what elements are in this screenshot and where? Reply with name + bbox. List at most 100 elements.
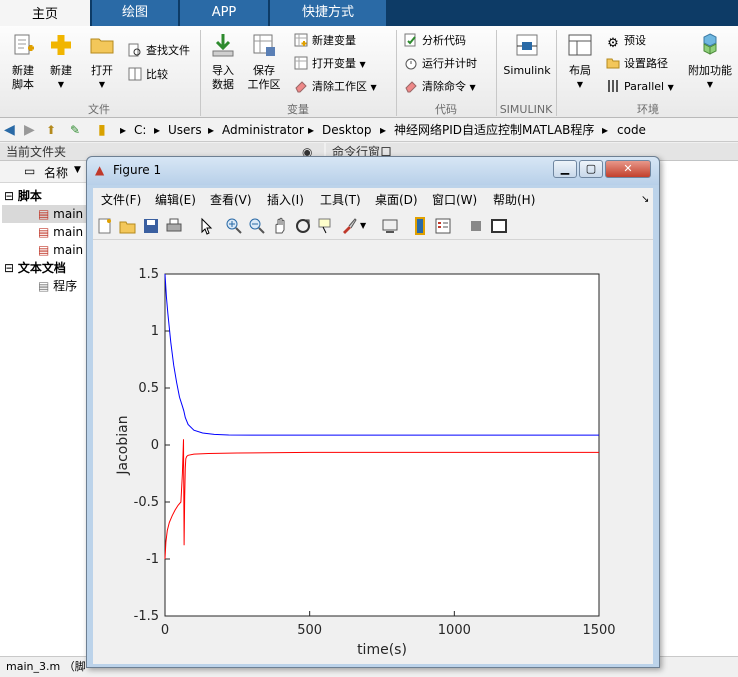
text-file-icon: ▤: [38, 279, 50, 293]
chevron-down-icon: ▼: [359, 60, 366, 69]
forward-arrow-icon[interactable]: ▶: [24, 122, 35, 138]
addons-button[interactable]: 附加功能 ▼: [686, 32, 734, 92]
y-tick-label: 1.5: [138, 267, 159, 282]
rotate-icon[interactable]: [294, 217, 312, 235]
y-tick-label: -1.5: [134, 609, 159, 624]
tree-section-text-docs[interactable]: ⊟ 文本文档: [4, 259, 66, 277]
legend-icon[interactable]: [434, 217, 452, 235]
simulink-icon: [516, 34, 538, 56]
dock-arrow-icon[interactable]: ↘: [641, 192, 649, 208]
new-variable-button[interactable]: 新建变量: [294, 32, 356, 50]
breadcrumb-users[interactable]: Users: [168, 122, 202, 138]
breadcrumb-administrator[interactable]: Administrator: [222, 122, 304, 138]
name-column-header[interactable]: 名称: [44, 164, 68, 181]
group-label-environment: 环境: [637, 103, 659, 116]
brush-icon[interactable]: [340, 217, 358, 235]
list-item[interactable]: ▤ main: [2, 205, 86, 223]
close-button[interactable]: ✕: [605, 160, 651, 178]
simulink-button[interactable]: Simulink: [502, 32, 552, 78]
figure-window: ▲ Figure 1 ▁ ▢ ✕ 文件(F) 编辑(E) 查看(V) 插入(I)…: [86, 156, 660, 668]
breadcrumb-project[interactable]: 神经网络PID自适应控制MATLAB程序: [394, 122, 594, 138]
breadcrumb-desktop[interactable]: Desktop: [322, 122, 372, 138]
eraser-icon: [405, 81, 417, 93]
breadcrumb-c[interactable]: C:: [134, 122, 146, 138]
tab-plots[interactable]: 绘图: [92, 0, 178, 26]
colorbar-icon[interactable]: [411, 217, 429, 235]
menu-window[interactable]: 窗口(W): [432, 192, 477, 208]
data-cursor-icon[interactable]: [317, 217, 335, 235]
tab-apps[interactable]: APP: [180, 0, 268, 26]
save-workspace-button[interactable]: 保存 工作区: [246, 32, 282, 92]
open-file-icon[interactable]: [119, 217, 137, 235]
new-script-button[interactable]: 新建 脚本: [6, 32, 40, 92]
close-icon: ✕: [623, 162, 633, 175]
find-files-button[interactable]: 查找文件: [128, 42, 190, 60]
zoom-out-icon[interactable]: [248, 217, 266, 235]
back-arrow-icon[interactable]: ◀: [4, 122, 15, 138]
analyze-code-button[interactable]: 分析代码: [404, 32, 466, 50]
script-file-icon: ▤: [38, 243, 50, 257]
parallel-button[interactable]: Parallel ▼: [606, 78, 674, 96]
ribbon-divider: [200, 30, 201, 116]
maximize-button[interactable]: ▢: [579, 160, 603, 178]
hide-plot-tools-icon[interactable]: [467, 217, 485, 235]
pointer-icon[interactable]: [197, 217, 215, 235]
tab-shortcuts[interactable]: 快捷方式: [270, 0, 386, 26]
list-item[interactable]: ▤ main: [38, 223, 83, 241]
figure-canvas: 0 500 1000 1500 -1.5 -1 -0.5 0 0.5 1 1.5 time(s) J…: [93, 240, 653, 664]
compare-icon: [128, 67, 142, 81]
new-figure-icon[interactable]: [96, 217, 114, 235]
run-and-time-button[interactable]: 运行并计时: [404, 55, 477, 73]
menu-insert[interactable]: 插入(I): [267, 192, 304, 208]
open-button[interactable]: 打开 ▼: [86, 32, 118, 92]
show-plot-tools-icon[interactable]: [490, 217, 508, 235]
link-icon[interactable]: [381, 217, 399, 235]
preferences-button[interactable]: ⚙ 预设: [606, 32, 646, 51]
axes-box[interactable]: [164, 273, 600, 617]
collapse-icon[interactable]: ⊟: [4, 189, 14, 203]
menu-help[interactable]: 帮助(H): [493, 192, 535, 208]
browse-folder-icon[interactable]: ✎: [70, 122, 80, 138]
breadcrumb-code[interactable]: code: [617, 122, 646, 138]
layout-button[interactable]: 布局 ▼: [564, 32, 596, 92]
y-axis-label: Jacobian: [115, 415, 131, 475]
print-icon[interactable]: [165, 217, 183, 235]
compare-button[interactable]: 比较: [128, 66, 168, 84]
menu-tools[interactable]: 工具(T): [320, 192, 361, 208]
script-file-icon: ▤: [38, 225, 50, 239]
status-text: main_3.m （脚: [6, 660, 86, 673]
up-folder-icon[interactable]: ⬆: [46, 122, 56, 138]
clear-workspace-button[interactable]: 清除工作区 ▼: [294, 78, 377, 96]
tree-section-scripts[interactable]: ⊟ 脚本: [4, 187, 42, 205]
open-variable-button[interactable]: 打开变量 ▼: [294, 55, 366, 73]
chevron-down-icon[interactable]: ▼: [360, 217, 378, 235]
list-item[interactable]: ▤ main: [38, 241, 83, 259]
breadcrumb-separator-icon: ▸: [602, 123, 609, 137]
menu-file[interactable]: 文件(F): [101, 192, 141, 208]
collapse-icon[interactable]: ⊟: [4, 261, 14, 275]
save-icon[interactable]: [142, 217, 160, 235]
zoom-in-icon[interactable]: [225, 217, 243, 235]
chevron-down-icon: ▼: [706, 80, 714, 89]
ribbon: 新建 脚本 新建 ▼ 打开 ▼ 查找文件 比较 文件 导入 数据 保存 工作区 新建…: [0, 26, 738, 118]
breadcrumb-separator-icon: ▸: [120, 123, 127, 137]
menu-desktop[interactable]: 桌面(D): [375, 192, 418, 208]
open-variable-icon: [294, 56, 308, 70]
tab-home[interactable]: 主页: [0, 0, 90, 26]
timer-icon: [405, 58, 417, 70]
import-icon: [212, 34, 234, 57]
list-item[interactable]: ▤ 程序: [38, 277, 77, 295]
folder-icon: ▮: [98, 122, 106, 138]
menu-edit[interactable]: 编辑(E): [155, 192, 196, 208]
clear-commands-button[interactable]: 清除命令 ▼: [404, 78, 476, 96]
chevron-down-icon: ▼: [576, 80, 584, 89]
new-button[interactable]: 新建 ▼: [46, 32, 76, 92]
import-data-button[interactable]: 导入 数据: [208, 32, 238, 92]
figure-titlebar[interactable]: ▲ Figure 1 ▁ ▢ ✕: [87, 157, 659, 185]
set-path-button[interactable]: 设置路径: [606, 55, 668, 73]
menu-view[interactable]: 查看(V): [210, 192, 252, 208]
pan-icon[interactable]: [271, 217, 289, 235]
minimize-button[interactable]: ▁: [553, 160, 577, 178]
plot-svg[interactable]: 0 500 1000 1500 -1.5 -1 -0.5 0 0.5 1 1.5 time(s) J…: [93, 240, 653, 664]
script-file-icon: ▤: [38, 207, 50, 221]
